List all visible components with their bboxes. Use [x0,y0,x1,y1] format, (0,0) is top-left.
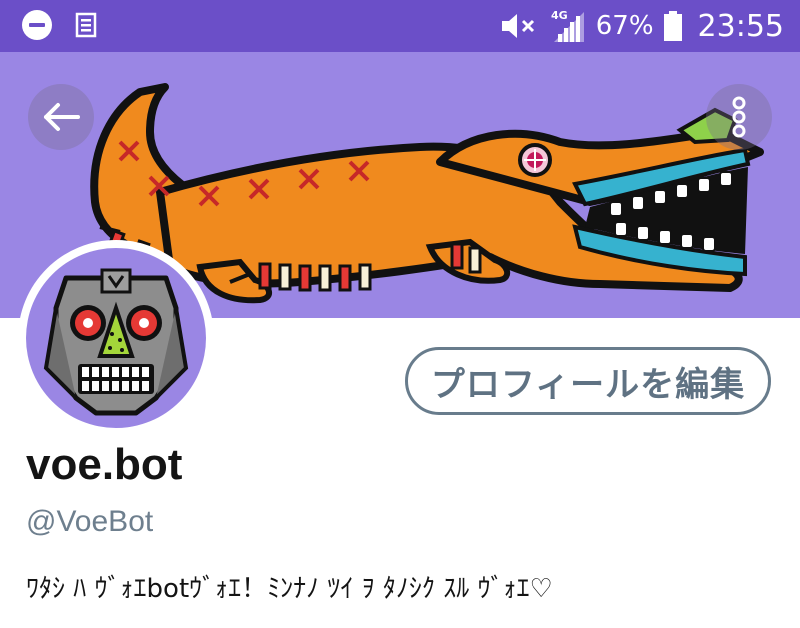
avatar[interactable] [18,240,214,436]
user-handle: @VoeBot [26,505,154,538]
do-not-disturb-icon [22,10,52,40]
battery-percent: 67% [595,11,654,41]
network-type: 4G [551,9,568,22]
mute-icon [501,14,534,38]
clock: 23:55 [697,8,784,44]
notification-note-icon [75,12,97,38]
profile-bio: ﾜﾀｼ ﾊ ｳﾞｫｴbotｳﾞｫｴ！ﾐﾝﾅﾉ ﾂｲ ｦ ﾀﾉｼｸ ｽﾙ ｳﾞｫｴ… [26,574,553,604]
avatar-image [26,248,206,428]
arrow-left-icon [44,103,80,131]
back-button[interactable] [28,84,94,150]
robot-skull-illustration [43,268,189,416]
more-vertical-icon [732,96,746,138]
status-bar: 4G 67% 23:55 [0,0,800,52]
more-options-button[interactable] [706,84,772,150]
signal-icon: 4G [551,9,584,42]
battery-icon [663,11,682,41]
edit-profile-button[interactable]: プロフィールを編集 [405,347,771,415]
display-name: voe.bot [26,440,183,489]
